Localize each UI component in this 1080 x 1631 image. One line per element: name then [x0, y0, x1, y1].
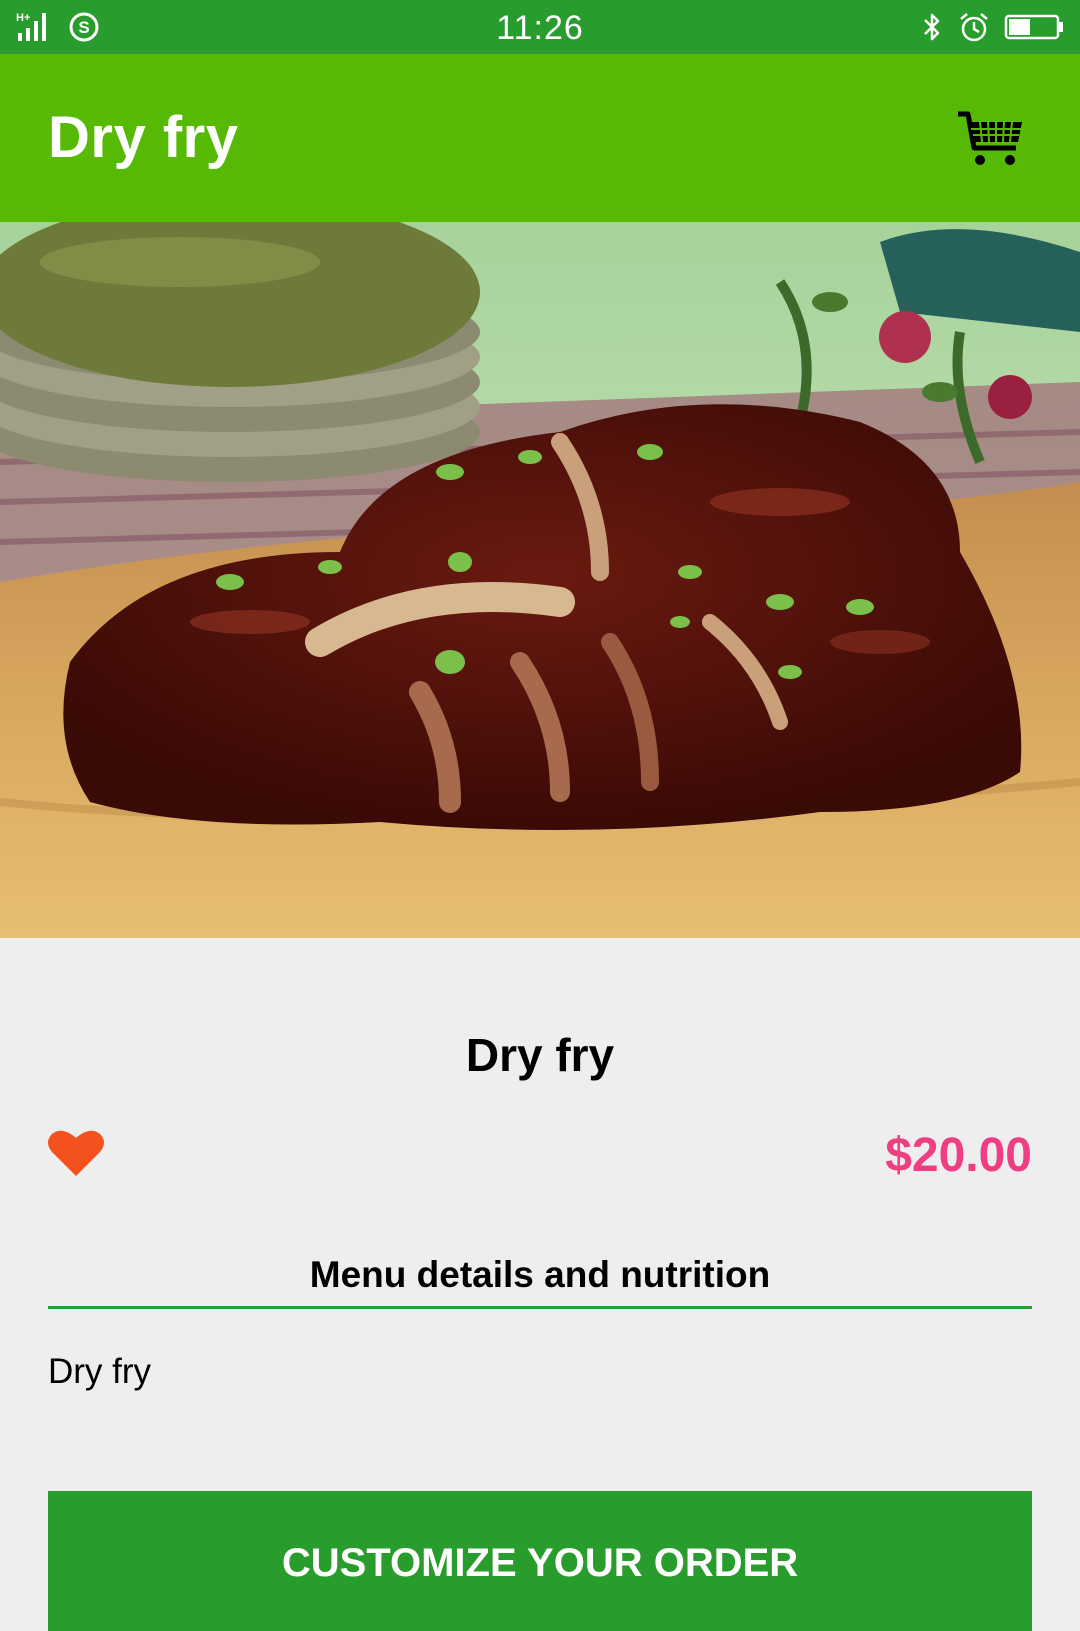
- section-title: Menu details and nutrition: [309, 1254, 771, 1295]
- product-image: [0, 222, 1080, 938]
- product-price: $20.00: [885, 1129, 1032, 1182]
- customize-order-label: CUSTOMIZE YOUR ORDER: [281, 1541, 799, 1585]
- status-bar: H+ S 11:26: [0, 0, 1080, 54]
- shopping-cart-icon: [958, 111, 1022, 165]
- product-name: Dry fry: [465, 1029, 615, 1081]
- battery-icon: [1004, 14, 1063, 40]
- app-bar: Dry fry: [0, 54, 1080, 222]
- product-description: Dry fry: [48, 1352, 152, 1391]
- customize-order-button[interactable]: CUSTOMIZE YOUR ORDER: [48, 1491, 1032, 1631]
- alarm-icon: [960, 13, 988, 42]
- product-photo: [0, 222, 1080, 938]
- bluetooth-icon: [924, 13, 940, 41]
- status-right-icons: [920, 9, 1064, 45]
- cart-button[interactable]: [956, 104, 1028, 174]
- page-title: Dry fry: [48, 105, 239, 170]
- section-divider: [48, 1306, 1032, 1309]
- heart-icon: [48, 1130, 104, 1176]
- status-time: 11:26: [496, 9, 584, 47]
- favorite-button[interactable]: [46, 1126, 106, 1180]
